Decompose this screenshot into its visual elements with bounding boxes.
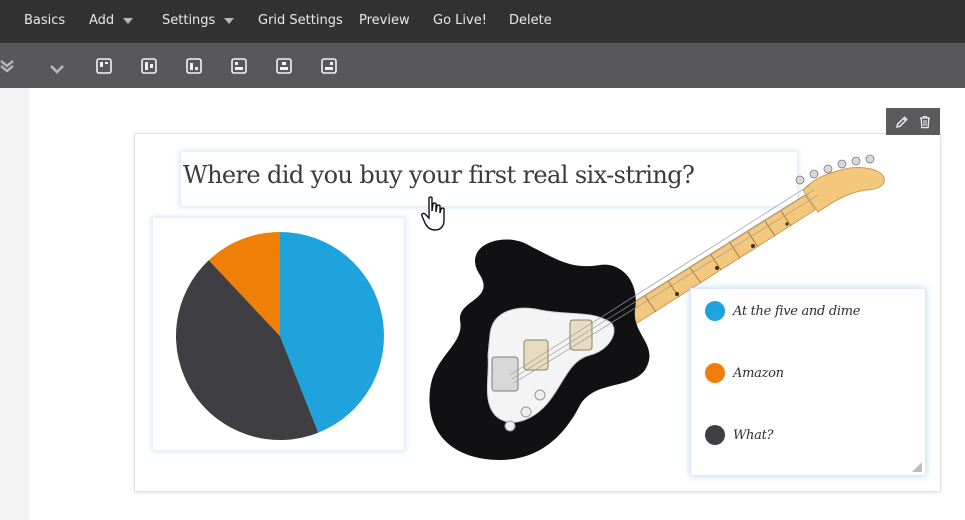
pie-chart bbox=[175, 232, 385, 441]
menu-grid-settings-label: Grid Settings bbox=[258, 13, 343, 28]
menu-go-live[interactable]: Go Live! bbox=[433, 13, 487, 28]
trash-icon[interactable] bbox=[916, 113, 934, 131]
menu-settings[interactable]: Settings bbox=[162, 13, 235, 28]
legend-panel[interactable]: At the five and dime Amazon What? bbox=[690, 288, 926, 476]
chevron-down-icon bbox=[123, 18, 134, 24]
menu-preview[interactable]: Preview bbox=[359, 13, 410, 28]
legend-swatch bbox=[705, 363, 725, 383]
legend-label: Amazon bbox=[733, 365, 784, 381]
legend-item-what[interactable]: What? bbox=[705, 425, 773, 445]
collapse-all-icon[interactable] bbox=[0, 59, 14, 78]
align-middle-center-icon[interactable] bbox=[276, 58, 292, 74]
menu-settings-label: Settings bbox=[162, 13, 216, 28]
legend-swatch bbox=[705, 425, 725, 445]
hand-cursor-icon bbox=[421, 196, 445, 231]
menu-basics[interactable]: Basics bbox=[24, 13, 65, 28]
align-top-left-icon[interactable] bbox=[96, 58, 112, 74]
menu-grid-settings[interactable]: Grid Settings bbox=[258, 13, 343, 28]
left-gutter bbox=[0, 88, 29, 520]
pencil-icon[interactable] bbox=[893, 113, 911, 131]
legend-label: At the five and dime bbox=[733, 303, 861, 319]
toolbar bbox=[0, 43, 965, 88]
legend-item-five-and-dime[interactable]: At the five and dime bbox=[705, 301, 860, 321]
menu-delete-label: Delete bbox=[509, 13, 552, 28]
chevron-down-icon[interactable] bbox=[50, 62, 64, 80]
menu-add-label: Add bbox=[89, 13, 115, 28]
menu-basics-label: Basics bbox=[24, 13, 66, 28]
resize-handle[interactable] bbox=[912, 462, 922, 472]
legend-item-amazon[interactable]: Amazon bbox=[705, 363, 784, 383]
pie-chart-panel[interactable] bbox=[152, 217, 405, 451]
card-tools bbox=[886, 108, 940, 135]
legend-swatch bbox=[705, 301, 725, 321]
top-menu-bar: Basics Add Settings Grid Settings Previe… bbox=[0, 0, 965, 43]
menu-go-live-label: Go Live! bbox=[433, 13, 487, 28]
align-bottom-center-icon[interactable] bbox=[321, 58, 337, 74]
align-bottom-left-icon[interactable] bbox=[186, 58, 202, 74]
align-top-center-icon[interactable] bbox=[231, 58, 247, 74]
chevron-down-icon bbox=[224, 18, 235, 24]
align-middle-left-icon[interactable] bbox=[141, 58, 157, 74]
menu-add[interactable]: Add bbox=[89, 13, 134, 28]
legend-label: What? bbox=[733, 427, 774, 443]
menu-delete[interactable]: Delete bbox=[509, 13, 552, 28]
menu-preview-label: Preview bbox=[359, 13, 410, 28]
